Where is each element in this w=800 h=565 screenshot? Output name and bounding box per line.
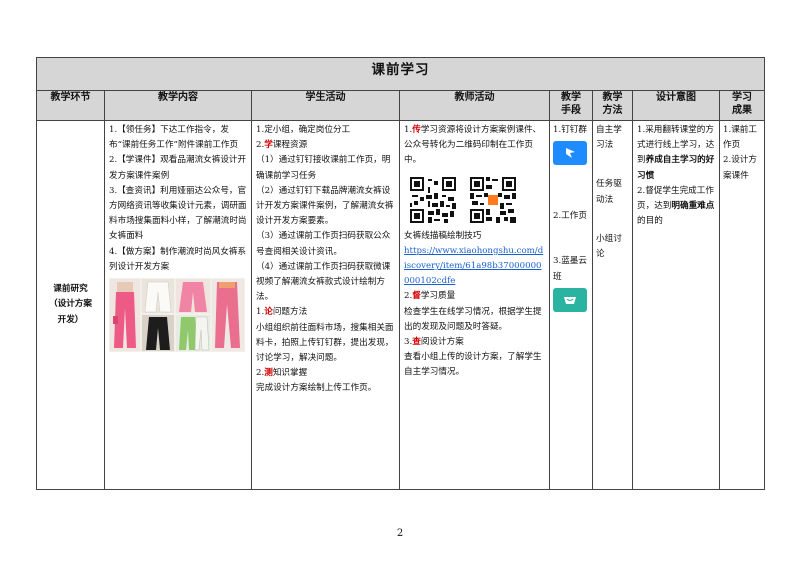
header-means-text: 教学手段 [561, 92, 581, 116]
student-line-9-num: 2. [256, 368, 265, 379]
student-line-6: （4）通过课前工作页扫码获取微课视频了解潮流女裤款式设计绘制方法。 [256, 261, 391, 303]
student-line-5: （3）通过课前工作页扫码获取公众号查阅相关设计资讯。 [256, 231, 391, 257]
student-line-9-text: 知识掌握 [272, 368, 308, 379]
student-line-1: 1.定小组，确定岗位分工 [256, 125, 351, 135]
qr-code-left-icon[interactable] [408, 174, 458, 225]
qr-code-right-icon[interactable] [468, 174, 518, 225]
teacher-line-5: 查看小组上传的设计方案，了解学生自主学习情况。 [404, 352, 542, 378]
method-item-3: 小组讨论 [596, 233, 622, 260]
header-row: 教学环节 教学内容 学生活动 教师活动 教学手段 教学方法 设计意图 学习成果 [36, 90, 765, 121]
mark-discuss: 论 [264, 307, 273, 318]
student-line-8: 小组组织前往面料市场，搜集相关面料卡，拍照上传钉钉群，提出发现，讨论学习，解决问… [256, 322, 394, 364]
mosoteach-icon [553, 287, 587, 312]
student-line-4: （2）通过钉钉下载品牌潮流女裤设计开发方案课件案例，了解潮流女裤设计开发方案要素… [256, 185, 394, 227]
method-item-2: 任务驱动法 [596, 179, 622, 205]
learning-result-cell: 1.课前工作页 2.设计方案课件 [719, 120, 765, 490]
method-item-1: 自主学习法 [596, 125, 622, 151]
mark-test: 测 [264, 368, 273, 379]
header-teacher-activity: 教师活动 [399, 90, 550, 121]
header-content: 教学内容 [104, 90, 252, 121]
header-learning-result: 学习成果 [719, 90, 765, 121]
student-activity-cell: 1.定小组，确定岗位分工 2.学课程资源 （1）通过钉钉接收课前工作页，明确课前… [251, 120, 400, 490]
lesson-plan-table: 课前学习 教学环节 教学内容 学生活动 教师活动 教学手段 教学方法 设计意图 … [36, 57, 765, 490]
content-item-3: 3.【查资讯】利用娅丽达公众号，官方网络资讯等收集设计元素，调研面料市场搜集面料… [109, 185, 247, 242]
teacher-line-2-num: 2. [404, 291, 413, 302]
student-line-3: （1）通过钉钉接收课前工作页，明确课前学习任务 [256, 155, 391, 181]
student-line-7-num: 1. [256, 307, 265, 318]
teacher-line-3: 检查学生在线学习情况，根据学生提出的发现及问题及时答疑。 [404, 306, 542, 332]
intent-item-2-end: 的目的 [637, 216, 663, 227]
means-item-1: 1.钉钉群 [553, 125, 587, 135]
qr-caption: 女裤线描稿绘制技巧 [404, 230, 482, 241]
page-number: 2 [396, 528, 404, 539]
student-line-2-num: 2. [256, 140, 265, 151]
intent-item-2-bold: 明确重难点 [671, 201, 715, 212]
teacher-line-1-text: 学习资源将设计方案案例课件、公众号转化为二维码印制在工作页中。 [404, 125, 542, 166]
resource-link[interactable]: https://www.xiaohongshu.com/discovery/it… [404, 244, 545, 290]
teacher-line-4-text: 阅设计方案 [420, 337, 464, 348]
result-item-2: 2.设计方案课件 [723, 155, 757, 181]
intent-item-1-bold: 养成自主学习的好习惯 [637, 155, 715, 181]
teacher-line-4: 3.查阅设计方案 [404, 335, 545, 350]
mark-learn: 学 [264, 140, 273, 151]
mark-supervise: 督 [412, 291, 421, 302]
trousers-photo-collage [109, 278, 245, 353]
header-design-intent: 设计意图 [632, 90, 720, 121]
means-item-3: 3.蓝墨云班 [553, 256, 587, 282]
content-item-1: 1.【领任务】下达工作指令，发布“课前任务工作”附件课前工作页 [109, 125, 239, 151]
table-title: 课前学习 [36, 57, 765, 91]
stage-label: 课前研究（设计方案开发） [49, 284, 92, 325]
header-means: 教学手段 [549, 90, 593, 121]
result-item-1: 1.课前工作页 [723, 125, 757, 151]
content-item-2: 2.【学课件】观看品潮流女裤设计开发方案课件案例 [109, 155, 247, 181]
intent-item-2: 2.督促学生完成工作页，达到明确重难点的目的 [637, 184, 715, 230]
teacher-line-1: 1.传学习资源将设计方案案例课件、公众号转化为二维码印制在工作页中。 [404, 123, 545, 169]
student-line-2: 2.学课程资源 [256, 138, 395, 153]
content-item-4: 4.【做方案】制作潮流时尚风女裤系列设计开发方案 [109, 246, 247, 272]
teacher-line-2-text: 学习质量 [420, 291, 456, 302]
mark-transmit: 传 [412, 125, 421, 135]
teacher-activity-cell: 1.传学习资源将设计方案案例课件、公众号转化为二维码印制在工作页中。 女裤线描稿… [399, 120, 550, 490]
intent-item-1: 1.采用翻转课堂的方式进行线上学习，达到养成自主学习的好习惯 [637, 123, 715, 184]
student-line-7: 1.论问题方法 [256, 305, 395, 320]
header-result-text: 学习成果 [732, 92, 752, 116]
student-line-10: 完成设计方案绘制上传工作页。 [256, 383, 377, 394]
header-student-activity: 学生活动 [251, 90, 400, 121]
design-intent-cell: 1.采用翻转课堂的方式进行线上学习，达到养成自主学习的好习惯 2.督促学生完成工… [632, 120, 720, 490]
student-line-9: 2.测知识掌握 [256, 366, 395, 381]
teacher-line-4-num: 3. [404, 337, 413, 348]
means-cell: 1.钉钉群 2.工作页 3.蓝墨云班 [549, 120, 593, 490]
teacher-line-2: 2.督学习质量 [404, 289, 545, 304]
header-stage: 教学环节 [36, 90, 105, 121]
dingtalk-icon [553, 141, 587, 166]
body-row: 课前研究（设计方案开发） 1.【领任务】下达工作指令，发布“课前任务工作”附件课… [36, 120, 765, 490]
header-method-text: 教学方法 [602, 92, 623, 116]
content-cell: 1.【领任务】下达工作指令，发布“课前任务工作”附件课前工作页 2.【学课件】观… [104, 120, 252, 490]
stage-cell: 课前研究（设计方案开发） [36, 120, 105, 490]
student-line-2-text: 课程资源 [272, 140, 308, 151]
means-item-2: 2.工作页 [553, 211, 587, 222]
method-cell: 自主学习法 任务驱动法 小组讨论 [592, 120, 633, 490]
header-method: 教学方法 [592, 90, 633, 121]
mark-check: 查 [412, 337, 421, 348]
teacher-line-1-num: 1. [404, 125, 413, 135]
student-line-7-text: 问题方法 [272, 307, 308, 318]
